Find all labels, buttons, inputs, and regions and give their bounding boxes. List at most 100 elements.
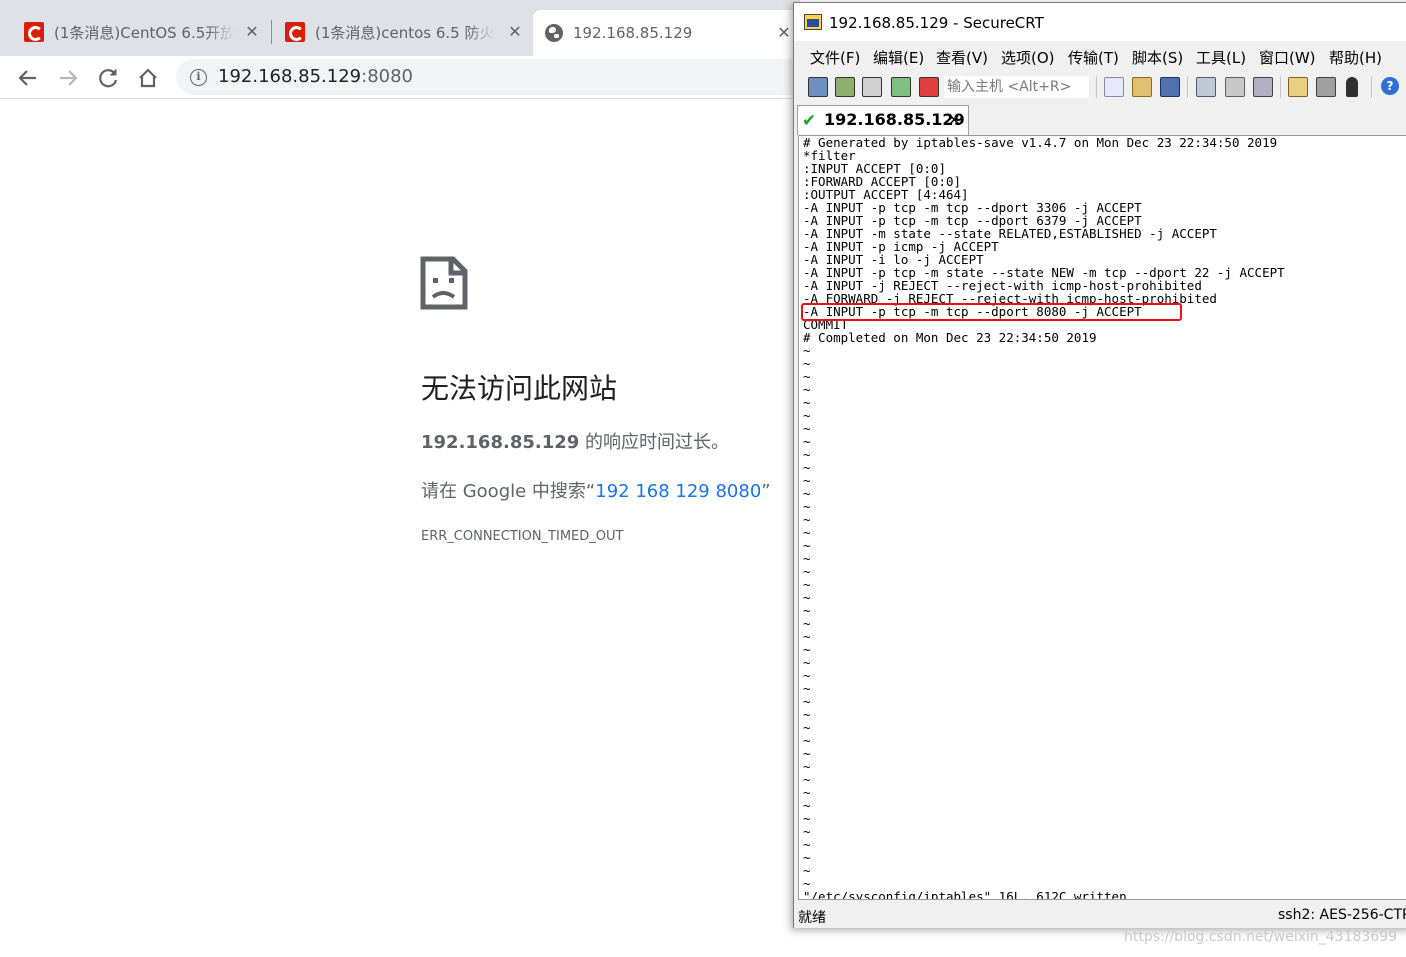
help-icon[interactable]: ? bbox=[1381, 77, 1399, 95]
search-link[interactable]: 192 168 129 8080 bbox=[595, 481, 761, 502]
close-icon[interactable]: ✕ bbox=[505, 22, 525, 42]
error-host: 192.168.85.129 bbox=[421, 432, 580, 453]
watermark: https://blog.csdn.net/weixin_43183699 bbox=[1124, 929, 1398, 945]
tab-title: 192.168.85.129 bbox=[573, 24, 693, 42]
menu-file[interactable]: 文件(F) bbox=[810, 47, 860, 68]
reconnect-icon[interactable] bbox=[891, 77, 911, 97]
terminal-line: ~ bbox=[803, 863, 811, 878]
menu-transfer[interactable]: 传输(T) bbox=[1068, 47, 1119, 68]
window-title: 192.168.85.129 - SecureCRT bbox=[829, 14, 1044, 32]
home-icon[interactable] bbox=[134, 64, 162, 92]
session-options-icon[interactable] bbox=[1288, 77, 1308, 97]
terminal-line: ~ bbox=[803, 590, 811, 605]
window-titlebar[interactable]: 192.168.85.129 - SecureCRT bbox=[794, 3, 1406, 41]
connect-tab-icon[interactable] bbox=[862, 77, 882, 97]
terminal-line: # Generated by iptables-save v1.4.7 on M… bbox=[803, 135, 1278, 150]
terminal-line: ~ bbox=[803, 707, 811, 722]
error-host-suffix: 的响应时间过长。 bbox=[579, 432, 730, 453]
terminal-line: ~ bbox=[803, 694, 811, 709]
terminal-line: ~ bbox=[803, 629, 811, 644]
toolbar-separator bbox=[1280, 76, 1281, 98]
print-icon[interactable] bbox=[1253, 77, 1273, 97]
terminal-line: ~ bbox=[803, 538, 811, 553]
screen: (1条消息)CentOS 6.5开放端口 ✕ (1条消息)centos 6.5 … bbox=[0, 0, 1406, 957]
reload-icon[interactable] bbox=[94, 64, 122, 92]
terminal-line: ~ bbox=[803, 811, 811, 826]
address-bar[interactable]: i 192.168.85.129:8080 bbox=[176, 59, 816, 95]
terminal-line: ~ bbox=[803, 447, 811, 462]
tab-title: (1条消息)centos 6.5 防火墙 bbox=[315, 23, 495, 42]
error-code: ERR_CONNECTION_TIMED_OUT bbox=[421, 529, 624, 544]
globe-icon bbox=[545, 24, 563, 42]
menu-view[interactable]: 查看(V) bbox=[936, 47, 988, 68]
terminal-line: ~ bbox=[803, 395, 811, 410]
print-screen-icon[interactable] bbox=[1196, 77, 1216, 97]
session-tab[interactable]: ✔ 192.168.85.129 ✕ bbox=[797, 105, 969, 135]
quick-connect-icon[interactable] bbox=[835, 77, 855, 97]
securecrt-window: 192.168.85.129 - SecureCRT 文件(F) 编辑(E) 查… bbox=[793, 2, 1406, 928]
terminal-line: ~ bbox=[803, 759, 811, 774]
error-page: 无法访问此网站 192.168.85.129 的响应时间过长。 请在 Googl… bbox=[0, 99, 794, 957]
menu-help[interactable]: 帮助(H) bbox=[1329, 47, 1382, 68]
find-icon[interactable] bbox=[1160, 77, 1180, 97]
terminal-line: # Completed on Mon Dec 23 22:34:50 2019 bbox=[803, 330, 1097, 345]
toolbar: 输入主机 <Alt+R> ? bbox=[794, 71, 1406, 103]
browser-tab-active[interactable]: 192.168.85.129 ✕ bbox=[533, 10, 800, 56]
tab-divider bbox=[271, 20, 272, 44]
terminal-line: ~ bbox=[803, 720, 811, 735]
key-icon[interactable] bbox=[1346, 77, 1358, 97]
paste-icon[interactable] bbox=[1132, 77, 1152, 97]
menu-options[interactable]: 选项(O) bbox=[1001, 47, 1055, 68]
browser-tab-2[interactable]: (1条消息)centos 6.5 防火墙 ✕ bbox=[273, 12, 531, 52]
terminal-line: ~ bbox=[803, 603, 811, 618]
url-host: 192.168.85.129 bbox=[218, 66, 362, 87]
browser-tab-strip: (1条消息)CentOS 6.5开放端口 ✕ (1条消息)centos 6.5 … bbox=[0, 0, 800, 56]
close-icon[interactable]: ✕ bbox=[948, 111, 961, 129]
terminal-line: ~ bbox=[803, 512, 811, 527]
info-icon[interactable]: i bbox=[190, 69, 207, 86]
toolbar-separator bbox=[1371, 76, 1372, 98]
global-options-icon[interactable] bbox=[1316, 77, 1336, 97]
terminal-line: ~ bbox=[803, 642, 811, 657]
session-tab-label: 192.168.85.129 bbox=[824, 110, 965, 129]
terminal-line: ~ bbox=[803, 356, 811, 371]
terminal-line: ~ bbox=[803, 564, 811, 579]
close-icon[interactable]: ✕ bbox=[242, 22, 262, 42]
close-icon[interactable]: ✕ bbox=[774, 23, 794, 43]
terminal-line: ~ bbox=[803, 616, 811, 631]
back-arrow-icon[interactable] bbox=[14, 64, 42, 92]
menu-bar: 文件(F) 编辑(E) 查看(V) 选项(O) 传输(T) 脚本(S) 工具(L… bbox=[794, 41, 1406, 71]
terminal-line: ~ bbox=[803, 772, 811, 787]
disconnect-icon[interactable] bbox=[919, 77, 939, 97]
copy-icon[interactable] bbox=[1104, 77, 1124, 97]
session-tab-strip: ✔ 192.168.85.129 ✕ bbox=[794, 103, 1406, 135]
menu-edit[interactable]: 编辑(E) bbox=[873, 47, 924, 68]
search-suggestion: 请在 Google 中搜索“192 168 129 8080” bbox=[421, 477, 771, 503]
terminal-line: ~ bbox=[803, 460, 811, 475]
terminal-line: ~ bbox=[803, 434, 811, 449]
terminal-line: ~ bbox=[803, 408, 811, 423]
menu-script[interactable]: 脚本(S) bbox=[1132, 47, 1183, 68]
terminal-line: ~ bbox=[803, 577, 811, 592]
terminal-line: ~ bbox=[803, 681, 811, 696]
terminal-line: ~ bbox=[803, 824, 811, 839]
terminal-line: ~ bbox=[803, 343, 811, 358]
connected-check-icon: ✔ bbox=[802, 111, 817, 131]
sad-page-icon bbox=[420, 256, 468, 310]
terminal[interactable]: # Generated by iptables-save v1.4.7 on M… bbox=[798, 135, 1406, 900]
terminal-line: ~ bbox=[803, 525, 811, 540]
menu-window[interactable]: 窗口(W) bbox=[1259, 47, 1316, 68]
terminal-line: ~ bbox=[803, 668, 811, 683]
browser-tab-1[interactable]: (1条消息)CentOS 6.5开放端口 ✕ bbox=[12, 12, 268, 52]
terminal-line: ~ bbox=[803, 473, 811, 488]
terminal-line: ~ bbox=[803, 655, 811, 670]
quick-connect-input[interactable]: 输入主机 <Alt+R> bbox=[944, 76, 1089, 98]
terminal-line: ~ bbox=[803, 785, 811, 800]
menu-tools[interactable]: 工具(L) bbox=[1196, 47, 1246, 68]
terminal-line: ~ bbox=[803, 382, 811, 397]
forward-arrow-icon[interactable] bbox=[54, 64, 82, 92]
terminal-line: ~ bbox=[803, 369, 811, 384]
connect-icon[interactable] bbox=[808, 77, 828, 97]
toolbar-separator bbox=[1096, 76, 1097, 98]
print-selection-icon[interactable] bbox=[1225, 77, 1245, 97]
